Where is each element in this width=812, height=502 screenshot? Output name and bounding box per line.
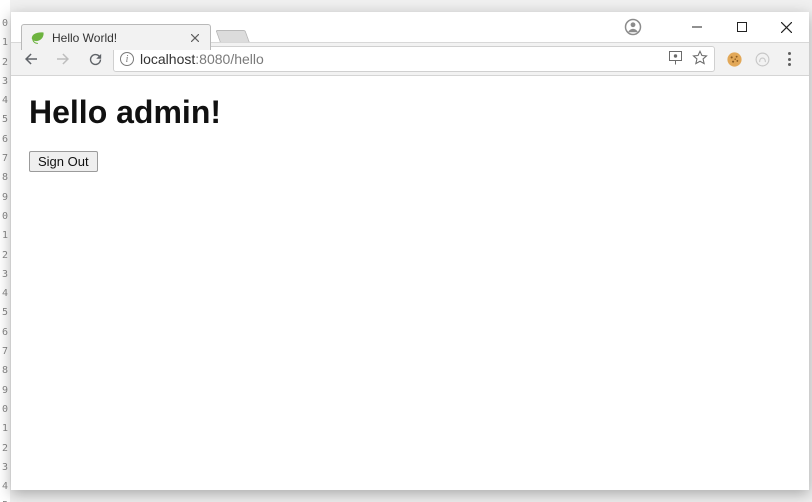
save-page-icon[interactable] (669, 51, 682, 68)
tab-close-icon[interactable] (188, 31, 202, 45)
close-button[interactable] (764, 12, 809, 42)
sign-out-button[interactable]: Sign Out (29, 151, 98, 172)
extension-gesture-icon[interactable] (753, 50, 771, 68)
tab-title: Hello World! (52, 31, 188, 45)
page-heading: Hello admin! (29, 94, 791, 131)
profile-icon[interactable] (611, 12, 655, 42)
bookmark-star-icon[interactable] (692, 50, 708, 69)
maximize-button[interactable] (719, 12, 764, 42)
extensions-area (719, 50, 803, 68)
browser-tab[interactable]: Hello World! (21, 24, 211, 50)
minimize-button[interactable] (674, 12, 719, 42)
extension-cookie-icon[interactable] (725, 50, 743, 68)
site-info-icon[interactable]: i (120, 52, 134, 66)
page-content: Hello admin! Sign Out (11, 76, 809, 490)
url-host: localhost:8080/hello (140, 51, 264, 67)
chrome-browser-window: Hello World! i localhost:8080/hello (11, 12, 809, 490)
chrome-menu-icon[interactable] (781, 52, 797, 66)
spring-favicon (30, 30, 46, 46)
editor-line-gutter: 01234567890123456789012345 (0, 0, 10, 502)
